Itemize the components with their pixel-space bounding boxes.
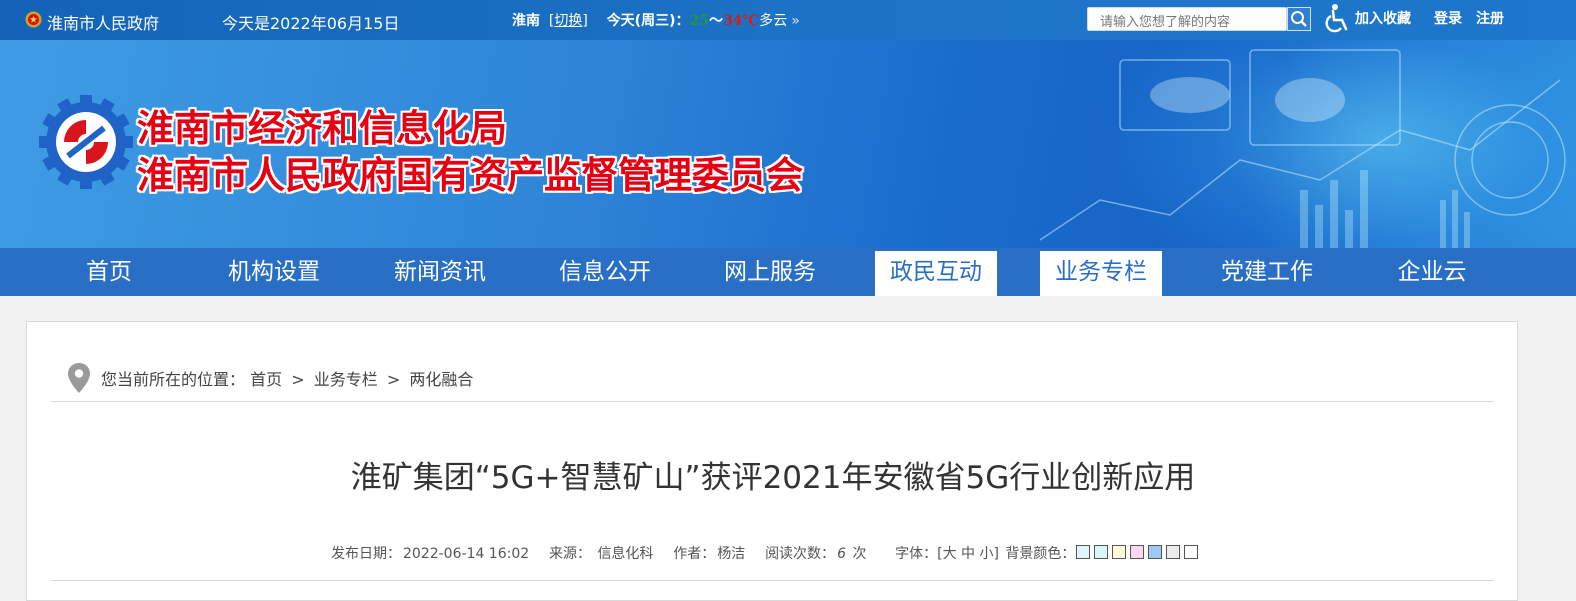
breadcrumb-separator: >: [386, 370, 401, 389]
temp-high: 34℃: [722, 13, 760, 29]
views-label: 阅读次数：: [765, 546, 836, 562]
article-panel: 您当前所在的位置： 首页 > 业务专栏 > 两化融合 淮矿集团“5G+智慧矿山”…: [26, 321, 1518, 601]
weather-switch-link[interactable]: [切换]: [549, 13, 588, 29]
breadcrumb: 您当前所在的位置： 首页 > 业务专栏 > 两化融合: [101, 366, 473, 390]
views-unit: 次: [852, 546, 867, 562]
bg-color-swatch[interactable]: [1076, 545, 1090, 559]
source-label: 来源：: [548, 546, 591, 562]
accessibility-icon[interactable]: [1322, 3, 1352, 35]
banner-tech-decoration: [1039, 49, 1566, 248]
banner-title-line1: 淮南市经济和信息化局: [137, 107, 507, 150]
search-icon: [1291, 11, 1307, 27]
breadcrumb-home-link[interactable]: 首页: [250, 370, 282, 389]
breadcrumb-current-link[interactable]: 两化融合: [409, 370, 473, 389]
add-favorite-link[interactable]: 加入收藏: [1355, 8, 1411, 28]
weather-today-label: 今天(周三)：: [606, 13, 690, 29]
search-button[interactable]: [1287, 7, 1311, 31]
header-banner: 淮南市经济和信息化局 淮南市人民政府国有资产监督管理委员会: [0, 40, 1576, 248]
nav-item-organization[interactable]: 机构设置: [213, 248, 335, 296]
weather-more-icon[interactable]: »: [791, 13, 800, 29]
bg-color-swatch[interactable]: [1148, 545, 1162, 559]
weather-city: 淮南: [512, 13, 540, 29]
breadcrumb-special-column-link[interactable]: 业务专栏: [314, 370, 378, 389]
article-meta: 发布日期： 2022-06-14 16:02 来源： 信息化科 作者： 杨洁 阅读次…: [331, 543, 1077, 563]
weather-widget: 淮南 [切换] 今天(周三)：25～34℃多云»: [512, 10, 800, 30]
source-value: 信息化科: [597, 546, 654, 562]
divider: [51, 401, 1494, 402]
top-bar: 淮南市人民政府 今天是2022年06月15日 淮南 [切换] 今天(周三)：25…: [0, 0, 1576, 40]
bg-color-swatches: [1076, 545, 1202, 561]
breadcrumb-separator: >: [291, 370, 305, 389]
publish-date: 2022-06-14 16:02: [403, 546, 530, 562]
temp-low: 25: [689, 13, 709, 29]
bg-color-swatch[interactable]: [1094, 545, 1108, 559]
divider: [51, 580, 1494, 581]
author-label: 作者：: [673, 546, 716, 562]
login-link[interactable]: 登录: [1434, 8, 1462, 28]
banner-title-line2: 淮南市人民政府国有资产监督管理委员会: [137, 154, 803, 197]
gov-home-link[interactable]: 淮南市人民政府: [47, 10, 159, 34]
nav-item-home[interactable]: 首页: [48, 248, 170, 296]
nav-item-disclosure[interactable]: 信息公开: [544, 248, 666, 296]
bg-color-swatch[interactable]: [1166, 545, 1180, 559]
main-nav: 首页 机构设置 新闻资讯 信息公开 网上服务 政民互动 业务专栏 党建工作 企业…: [0, 248, 1576, 296]
nav-item-interaction[interactable]: 政民互动: [875, 248, 997, 296]
register-link[interactable]: 注册: [1476, 8, 1504, 28]
national-emblem-icon: [25, 11, 42, 28]
article-title: 淮矿集团“5G+智慧矿山”获评2021年安徽省5G行业创新应用: [350, 460, 1196, 496]
temp-sep: ～: [708, 13, 723, 29]
location-pin-icon: [68, 363, 90, 393]
views-count: 6: [837, 546, 846, 562]
bg-color-swatch[interactable]: [1130, 545, 1144, 559]
weather-condition: 多云: [759, 13, 788, 29]
bg-color-label: 背景颜色：: [1005, 546, 1076, 562]
author-value: 杨洁: [717, 546, 746, 562]
bureau-logo-icon: [39, 95, 133, 189]
bg-color-swatch[interactable]: [1112, 545, 1126, 559]
breadcrumb-prefix: 您当前所在的位置：: [101, 370, 246, 389]
nav-item-party-building[interactable]: 党建工作: [1206, 248, 1328, 296]
publish-label: 发布日期：: [331, 546, 401, 562]
nav-item-news[interactable]: 新闻资讯: [379, 248, 501, 296]
bg-color-swatch[interactable]: [1184, 545, 1198, 559]
nav-item-enterprise-cloud[interactable]: 企业云: [1371, 248, 1493, 296]
nav-item-online-service[interactable]: 网上服务: [709, 248, 831, 296]
font-size-switcher[interactable]: 字体：[大 中 小]: [895, 546, 999, 562]
search-input[interactable]: 请输入您想了解的内容: [1087, 7, 1287, 31]
nav-item-special-column[interactable]: 业务专栏: [1040, 248, 1162, 296]
today-date: 今天是2022年06月15日: [222, 14, 400, 33]
